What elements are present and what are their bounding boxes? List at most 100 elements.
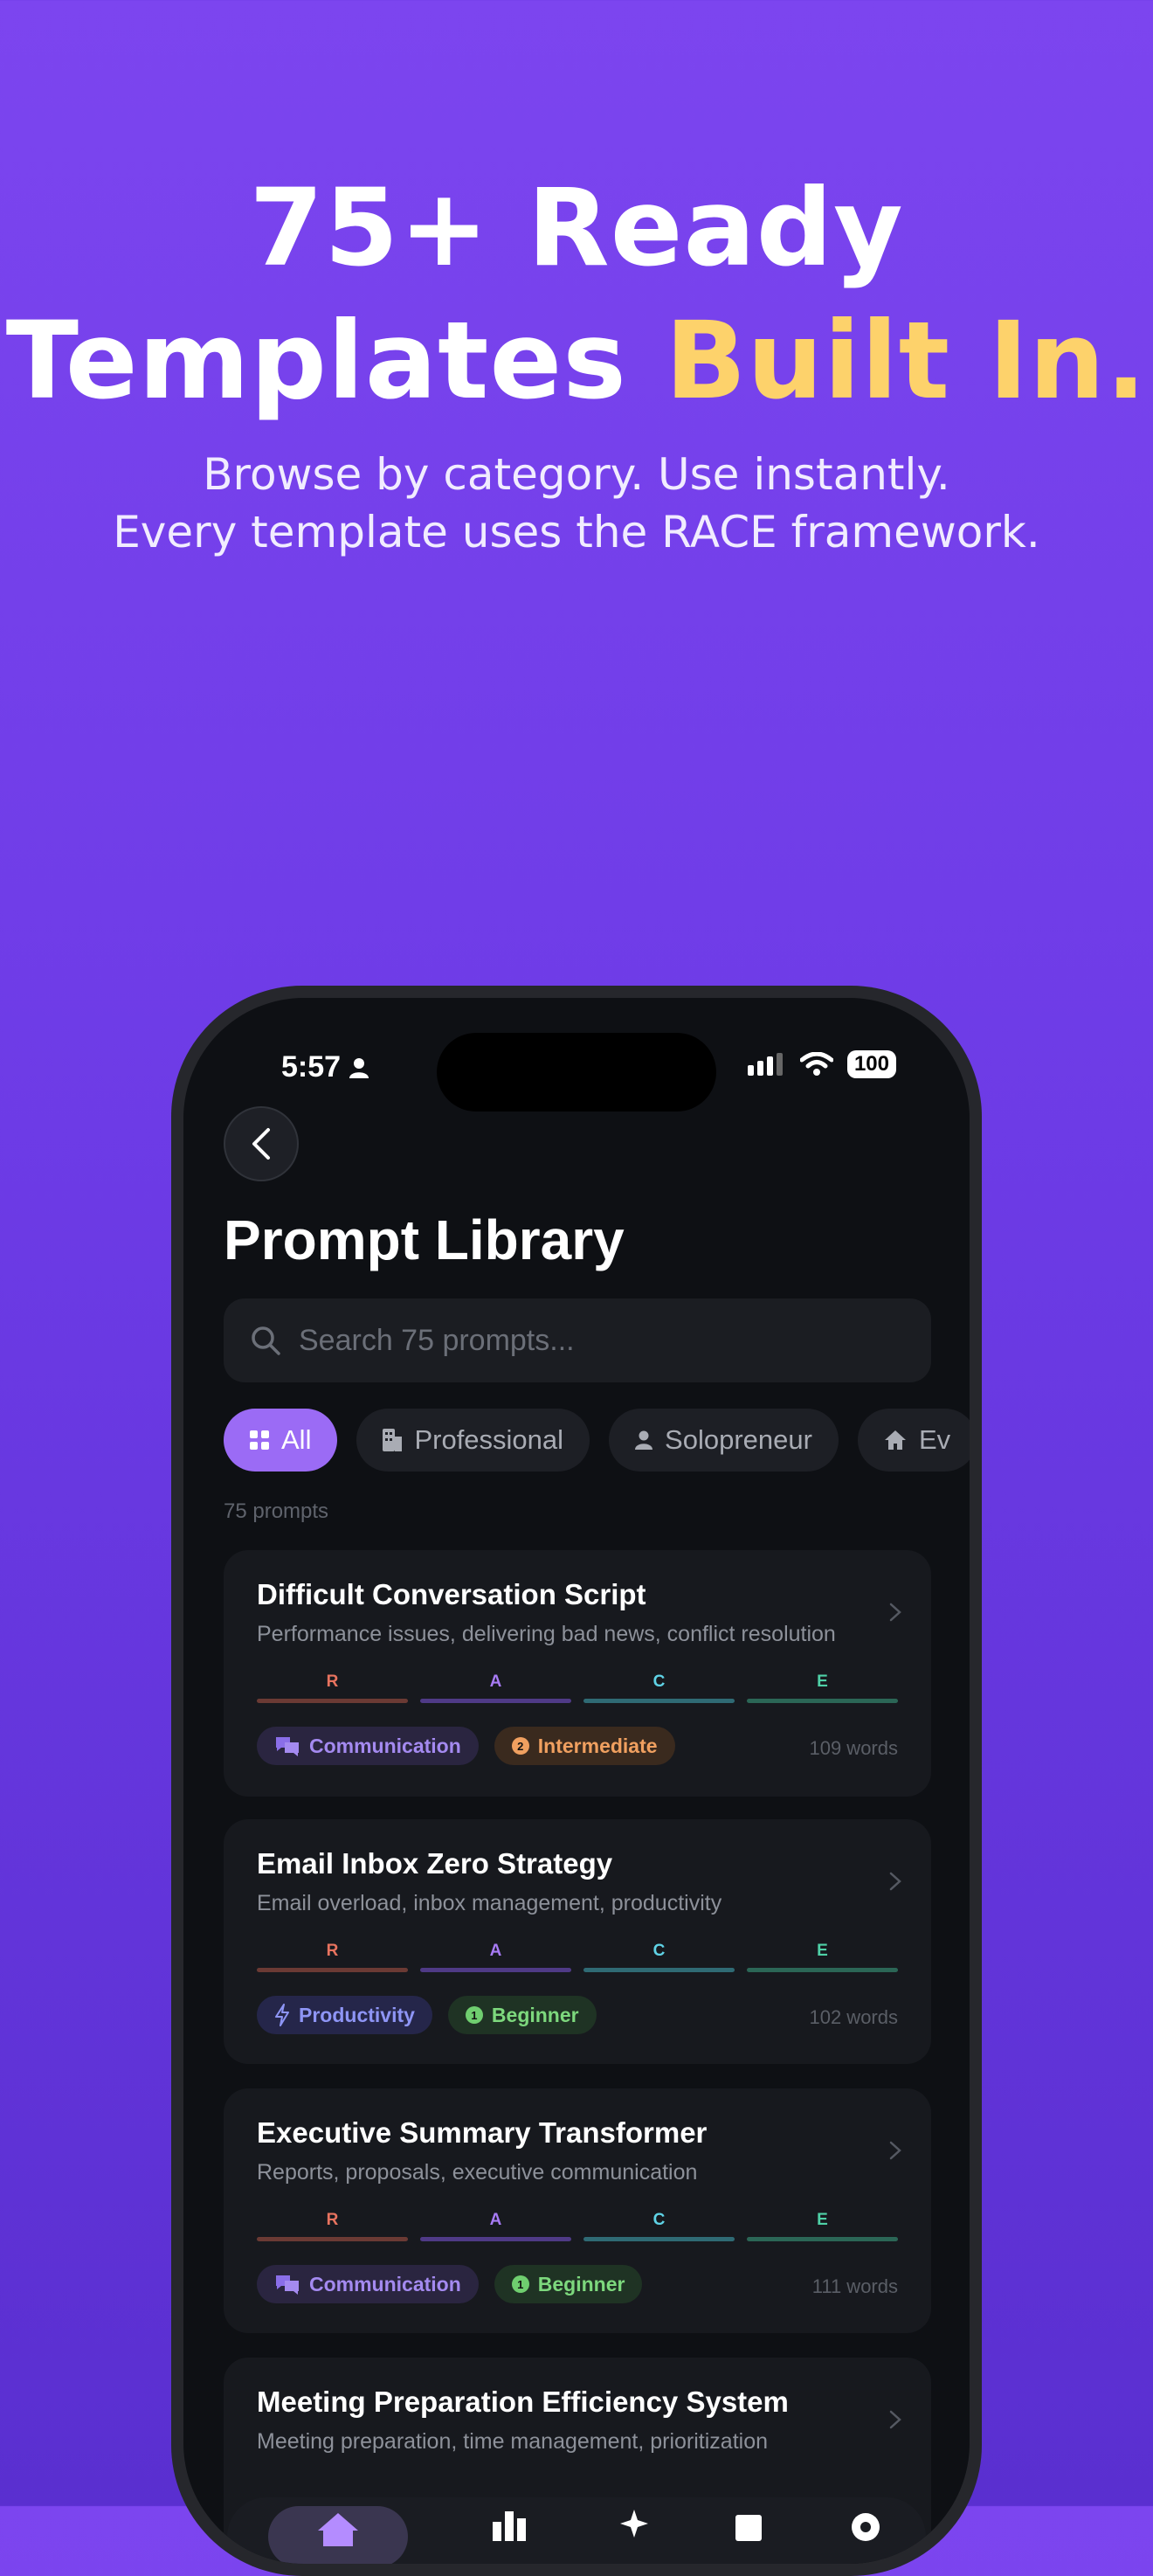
level-label: Beginner xyxy=(491,2003,579,2026)
tab-settings[interactable] xyxy=(846,2506,885,2545)
category-tag: Productivity xyxy=(257,1996,432,2034)
chevron-right-icon xyxy=(889,1872,901,1891)
chip-label: Professional xyxy=(414,1424,564,1455)
race-e: E xyxy=(747,2209,898,2241)
word-count: 109 words xyxy=(809,1737,898,1759)
card-description: Meeting preparation, time management, pr… xyxy=(257,2429,769,2454)
tab-generate[interactable] xyxy=(617,2506,652,2545)
card-title: Meeting Preparation Efficiency System xyxy=(257,2386,789,2418)
battery-icon: 100 xyxy=(846,1050,896,1078)
card-description: Email overload, inbox management, produc… xyxy=(257,1891,722,1915)
level-number: 1 xyxy=(511,2275,529,2293)
race-a: A xyxy=(420,2209,571,2241)
prompt-card[interactable]: Difficult Conversation Script Performanc… xyxy=(224,1550,931,1797)
race-c: C xyxy=(583,1671,735,1703)
level-label: Intermediate xyxy=(537,1734,658,1757)
race-letter: R xyxy=(326,1942,339,1960)
race-letter: C xyxy=(652,1942,666,1960)
level-tag: 1 Beginner xyxy=(447,1996,597,2034)
race-a: A xyxy=(420,1671,571,1703)
category-tag: Communication xyxy=(257,1727,479,1765)
tab-bar xyxy=(227,2497,926,2564)
category-label: Communication xyxy=(309,1734,461,1757)
category-tag: Communication xyxy=(257,2265,479,2303)
race-indicator: R A C E xyxy=(257,1671,898,1703)
race-a: A xyxy=(420,1940,571,1972)
phone-screen: 5:57 100 Prompt Library Search 75 prompt… xyxy=(183,998,970,2564)
building-icon xyxy=(383,1429,403,1451)
status-time-text: 5:57 xyxy=(281,1050,342,1084)
hero-subtitle: Browse by category. Use instantly. Every… xyxy=(0,446,1153,561)
sparkles-icon xyxy=(619,2510,648,2538)
race-letter: E xyxy=(817,2211,828,2229)
level-number: 1 xyxy=(465,2006,483,2024)
bookmark-icon xyxy=(735,2515,763,2541)
tab-home[interactable] xyxy=(268,2506,409,2564)
race-letter: C xyxy=(652,1672,666,1691)
prompt-count: 75 prompts xyxy=(224,1499,329,1523)
home-icon xyxy=(318,2513,359,2546)
race-letter: A xyxy=(489,1942,502,1960)
tab-stats[interactable] xyxy=(491,2506,535,2545)
status-time: 5:57 xyxy=(281,1050,369,1084)
word-count: 102 words xyxy=(809,2006,898,2028)
race-letter: R xyxy=(326,2211,339,2229)
race-letter: C xyxy=(652,2211,666,2229)
race-indicator: R A C E xyxy=(257,2209,898,2241)
race-letter: A xyxy=(489,2211,502,2229)
headline-line-1: 75+ Ready xyxy=(249,166,904,290)
chip-label: Solopreneur xyxy=(665,1424,812,1455)
prompt-card[interactable]: Email Inbox Zero Strategy Email overload… xyxy=(224,1819,931,2064)
level-label: Beginner xyxy=(537,2272,625,2296)
level-number: 2 xyxy=(511,1737,529,1755)
chip-label: All xyxy=(281,1424,312,1455)
phone-frame: 5:57 100 Prompt Library Search 75 prompt… xyxy=(171,986,982,2576)
chip-everyday[interactable]: Ev xyxy=(857,1409,970,1472)
home-icon xyxy=(884,1430,906,1450)
race-letter: E xyxy=(817,1942,828,1960)
search-input[interactable]: Search 75 prompts... xyxy=(224,1298,931,1382)
prompt-card[interactable]: Executive Summary Transformer Reports, p… xyxy=(224,2088,931,2333)
headline-plain: Templates xyxy=(5,299,666,423)
card-description: Performance issues, delivering bad news,… xyxy=(257,1622,836,1646)
race-e: E xyxy=(747,1671,898,1703)
gear-icon xyxy=(851,2513,880,2541)
chevron-left-icon xyxy=(252,1128,270,1160)
cellular-signal-icon xyxy=(747,1053,783,1076)
chip-all[interactable]: All xyxy=(224,1409,338,1472)
chip-professional[interactable]: Professional xyxy=(356,1409,590,1472)
card-title: Email Inbox Zero Strategy xyxy=(257,1847,613,1880)
wifi-icon xyxy=(799,1052,833,1076)
chip-solopreneur[interactable]: Solopreneur xyxy=(609,1409,839,1472)
card-tags: Communication 1 Beginner xyxy=(257,2265,643,2303)
chip-label: Ev xyxy=(918,1424,951,1455)
grid-icon xyxy=(250,1430,269,1450)
chat-bubbles-icon xyxy=(276,2275,299,2295)
subtitle-line-1: Browse by category. Use instantly. xyxy=(203,449,950,500)
person-icon xyxy=(349,1057,369,1078)
race-letter: E xyxy=(817,1672,828,1691)
category-filter-chips: All Professional Solopreneur Ev xyxy=(224,1409,970,1472)
search-placeholder: Search 75 prompts... xyxy=(299,1323,575,1357)
chevron-right-icon xyxy=(889,1603,901,1622)
search-icon xyxy=(252,1326,280,1355)
status-indicators: 100 xyxy=(747,1050,896,1078)
headline-accent: Built In. xyxy=(665,299,1148,423)
card-description: Reports, proposals, executive communicat… xyxy=(257,2160,698,2185)
race-r: R xyxy=(257,2209,408,2241)
card-tags: Communication 2 Intermediate xyxy=(257,1727,675,1765)
hero-headline: 75+ Ready Templates Built In. xyxy=(0,162,1153,427)
race-e: E xyxy=(747,1940,898,1972)
person-icon xyxy=(635,1430,653,1450)
back-button[interactable] xyxy=(224,1106,299,1181)
race-r: R xyxy=(257,1671,408,1703)
tab-saved[interactable] xyxy=(734,2506,763,2545)
chat-bubbles-icon xyxy=(276,1737,299,1756)
level-tag: 1 Beginner xyxy=(494,2265,643,2303)
page-title: Prompt Library xyxy=(224,1208,625,1271)
dynamic-island xyxy=(437,1033,716,1111)
race-letter: A xyxy=(489,1672,502,1691)
category-label: Productivity xyxy=(299,2003,415,2026)
race-r: R xyxy=(257,1940,408,1972)
headline-line-2: Templates Built In. xyxy=(0,294,1153,427)
